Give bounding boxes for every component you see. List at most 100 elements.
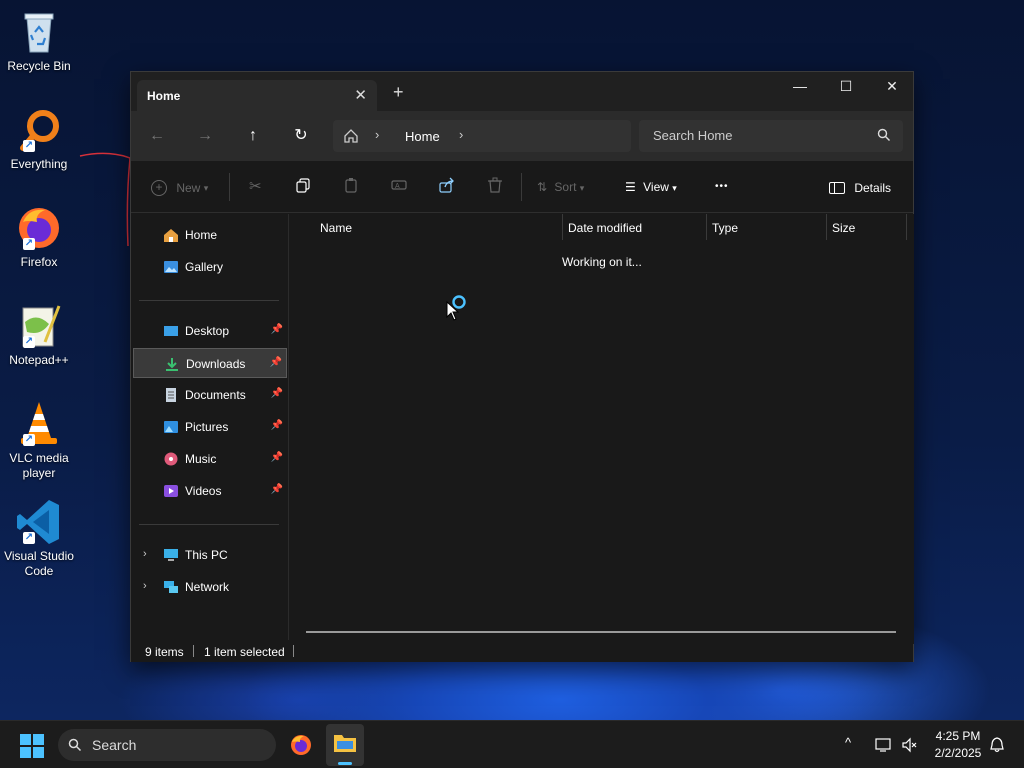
- taskbar-file-explorer-button[interactable]: [326, 724, 364, 766]
- share-icon[interactable]: [439, 177, 455, 197]
- show-hidden-icons-button[interactable]: ^: [845, 735, 851, 750]
- desktop-icon-vlc-media-player[interactable]: ↗ VLC media player: [4, 400, 74, 481]
- desktop-icon-recycle-bin[interactable]: Recycle Bin: [4, 8, 74, 74]
- column-divider[interactable]: [706, 214, 707, 240]
- pin-icon[interactable]: 📌: [270, 357, 282, 368]
- back-button[interactable]: ←: [145, 124, 169, 148]
- pin-icon[interactable]: 📌: [271, 420, 283, 431]
- maximize-button[interactable]: ☐: [823, 72, 869, 102]
- sidebar-item-pictures[interactable]: Pictures 📌: [133, 412, 287, 442]
- file-explorer-folder-icon: [334, 735, 356, 752]
- firefox-icon: ↗: [15, 204, 63, 252]
- sidebar-item-documents[interactable]: Documents 📌: [133, 380, 287, 410]
- details-label: Details: [854, 180, 892, 195]
- new-button[interactable]: + New ▾: [151, 177, 208, 197]
- minimize-button[interactable]: —: [777, 72, 823, 102]
- desktop-icon-visual-studio-code[interactable]: ↗ Visual Studio Code: [4, 498, 74, 579]
- tab-close-icon[interactable]: ✕: [354, 86, 367, 104]
- sidebar-item-this-pc[interactable]: › This PC: [133, 540, 287, 570]
- sidebar-item-label: Music: [185, 452, 217, 466]
- refresh-button[interactable]: ↻: [289, 124, 313, 148]
- column-divider[interactable]: [906, 214, 907, 240]
- volume-muted-icon[interactable]: [901, 737, 917, 753]
- view-button[interactable]: ☰ View ▾: [625, 177, 677, 197]
- details-pane-icon: [829, 181, 845, 194]
- close-button[interactable]: ✕: [869, 72, 915, 102]
- delete-icon[interactable]: [487, 177, 503, 197]
- chevron-right-icon[interactable]: ›: [143, 580, 147, 592]
- breadcrumb-separator[interactable]: ›: [459, 127, 463, 142]
- rename-icon[interactable]: A: [391, 177, 407, 197]
- up-button[interactable]: ↑: [241, 124, 265, 148]
- paste-icon[interactable]: [343, 177, 359, 197]
- pin-icon[interactable]: 📌: [271, 484, 283, 495]
- taskbar-firefox-icon[interactable]: [289, 733, 313, 757]
- column-divider[interactable]: [826, 214, 827, 240]
- documents-icon: [166, 388, 176, 402]
- loading-spinner-icon: [452, 295, 466, 309]
- toolbar-divider: [521, 173, 522, 201]
- clock-date[interactable]: 2/2/2025: [928, 746, 988, 760]
- details-pane-button[interactable]: Details: [829, 177, 891, 197]
- notification-bell-icon[interactable]: [989, 737, 1005, 753]
- search-input[interactable]: Search Home: [639, 120, 903, 152]
- chevron-down-icon: ▾: [672, 183, 677, 193]
- title-bar[interactable]: Home ✕ + — ☐ ✕: [131, 72, 913, 111]
- sidebar-item-label: Documents: [185, 388, 246, 402]
- toolbar-divider: [229, 173, 230, 201]
- tab-home[interactable]: Home ✕: [137, 80, 377, 111]
- sidebar-item-home[interactable]: Home: [133, 220, 287, 250]
- network-status-icon[interactable]: [875, 737, 891, 753]
- pin-icon[interactable]: 📌: [271, 388, 283, 399]
- view-label: View: [643, 180, 669, 194]
- forward-button[interactable]: →: [193, 124, 217, 148]
- desktop-icon-firefox[interactable]: ↗ Firefox: [4, 204, 74, 270]
- chevron-down-icon: ▾: [203, 182, 209, 193]
- home-icon[interactable]: [343, 128, 359, 144]
- breadcrumb-separator[interactable]: ›: [375, 127, 379, 142]
- file-explorer-window: Home ✕ + — ☐ ✕ ← → ↑ ↻ › Home › Search H…: [130, 71, 914, 662]
- sort-arrows-icon: ⇅: [537, 180, 548, 194]
- navigation-pane: Home Gallery Desktop 📌 Downloads 📌 Docum…: [131, 214, 289, 644]
- chevron-right-icon[interactable]: ›: [143, 548, 147, 560]
- shortcut-arrow-icon: ↗: [23, 532, 35, 544]
- desktop-icon-notepad-plus-plus[interactable]: ↗ Notepad++: [4, 302, 74, 368]
- sidebar-item-label: Home: [185, 228, 218, 242]
- sidebar-item-network[interactable]: › Network: [133, 572, 287, 602]
- search-icon[interactable]: [877, 128, 891, 142]
- vscode-icon: ↗: [15, 498, 63, 546]
- breadcrumb-home[interactable]: Home: [405, 129, 440, 144]
- svg-text:A: A: [395, 183, 400, 190]
- taskbar-search-input[interactable]: Search: [58, 729, 276, 761]
- sidebar-item-downloads[interactable]: Downloads 📌: [133, 348, 287, 378]
- new-tab-button[interactable]: +: [393, 83, 404, 101]
- home-icon: [164, 229, 178, 242]
- file-list-pane[interactable]: Name Date modified Type Size Working on …: [290, 214, 914, 644]
- desktop-icon-everything[interactable]: ↗ Everything: [4, 106, 74, 172]
- sidebar-item-gallery[interactable]: Gallery: [133, 252, 287, 282]
- network-icon: [164, 581, 178, 593]
- column-header-type[interactable]: Type: [712, 221, 738, 235]
- this-pc-icon: [164, 549, 178, 561]
- pin-icon[interactable]: 📌: [271, 324, 283, 335]
- address-bar[interactable]: › Home ›: [333, 120, 631, 152]
- column-header-size[interactable]: Size: [832, 221, 855, 235]
- copy-icon[interactable]: [295, 177, 311, 197]
- videos-icon: [164, 485, 178, 497]
- sidebar-item-label: Downloads: [186, 357, 246, 371]
- windows-start-icon[interactable]: [20, 734, 44, 758]
- sidebar-item-videos[interactable]: Videos 📌: [133, 476, 287, 506]
- cut-icon[interactable]: ✂: [249, 177, 262, 197]
- column-header-date-modified[interactable]: Date modified: [568, 221, 642, 235]
- column-header-name[interactable]: Name: [320, 221, 352, 235]
- tab-title: Home: [147, 89, 181, 103]
- loading-message: Working on it...: [562, 255, 642, 269]
- pin-icon[interactable]: 📌: [271, 452, 283, 463]
- horizontal-scrollbar[interactable]: [306, 631, 896, 633]
- sidebar-item-music[interactable]: Music 📌: [133, 444, 287, 474]
- sidebar-item-desktop[interactable]: Desktop 📌: [133, 316, 287, 346]
- clock-time[interactable]: 4:25 PM: [928, 729, 988, 743]
- sort-button[interactable]: ⇅ Sort ▾: [537, 177, 584, 197]
- column-divider[interactable]: [562, 214, 563, 240]
- more-options-button[interactable]: •••: [715, 177, 729, 197]
